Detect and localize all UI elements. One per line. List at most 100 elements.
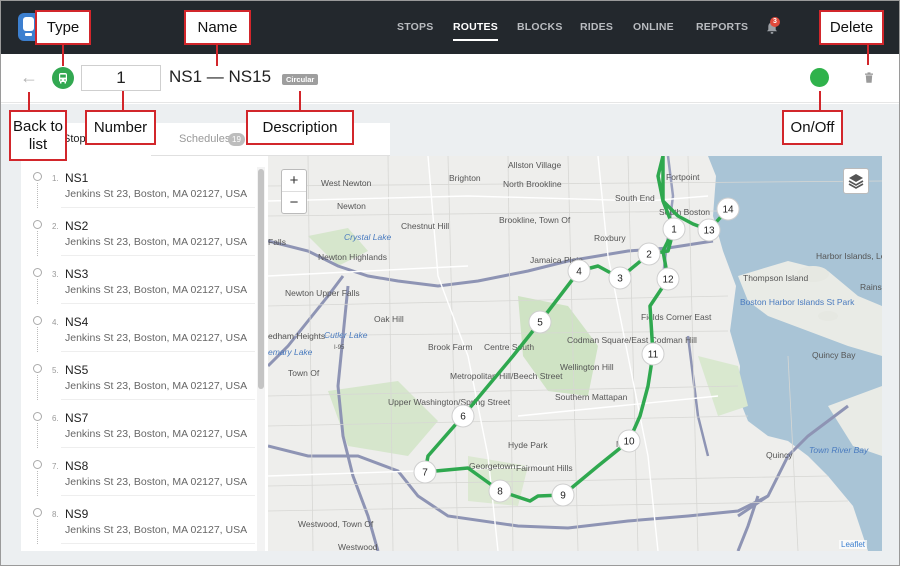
- nav-blocks[interactable]: BLOCKS: [517, 21, 563, 33]
- highway: [736, 495, 760, 551]
- route-stop-marker[interactable]: 9: [551, 483, 575, 507]
- list-item[interactable]: 2. NS2 Jenkins St 23, Boston, MA 02127, …: [21, 208, 255, 256]
- place-label: Metropolitan Hill/Beech Street: [450, 371, 563, 381]
- stop-name: NS7: [65, 411, 89, 425]
- list-item[interactable]: 8. NS9 Jenkins St 23, Boston, MA 02127, …: [21, 496, 255, 544]
- callout-line: [62, 45, 64, 66]
- list-item[interactable]: 1. NS1 Jenkins St 23, Boston, MA 02127, …: [21, 160, 255, 208]
- stop-name: NS3: [65, 267, 89, 281]
- nav-stops[interactable]: STOPS: [397, 21, 433, 33]
- list-item[interactable]: 7. NS8 Jenkins St 23, Boston, MA 02127, …: [21, 448, 255, 496]
- list-item[interactable]: 3. NS3 Jenkins St 23, Boston, MA 02127, …: [21, 256, 255, 304]
- stop-marker-label: 8: [497, 487, 503, 498]
- stop-name: NS9: [65, 507, 89, 521]
- route-stop-marker[interactable]: 12: [656, 267, 680, 291]
- route-stop-marker[interactable]: 11: [641, 342, 665, 366]
- place-label: Brook Farm: [428, 342, 472, 352]
- zoom-out-button[interactable]: −: [282, 192, 306, 214]
- callout-line: [819, 91, 821, 110]
- stop-name: NS8: [65, 459, 89, 473]
- stop-circle-icon: [33, 316, 42, 325]
- place-label: Crystal Lake: [344, 232, 392, 242]
- scroll-thumb[interactable]: [258, 169, 264, 389]
- route-map[interactable]: Allston Village Brighton North Brookline…: [268, 156, 882, 551]
- stop-index: 8.: [52, 510, 59, 519]
- route-stop-marker[interactable]: 3: [608, 266, 632, 290]
- nav-reports[interactable]: REPORTS: [696, 21, 748, 33]
- route-number-input[interactable]: [81, 65, 161, 91]
- route-stop-marker[interactable]: 14: [716, 197, 740, 221]
- stop-marker-label: 11: [648, 350, 659, 361]
- stop-marker-label: 4: [576, 267, 582, 278]
- stop-name: NS4: [65, 315, 89, 329]
- route-stop-marker[interactable]: 13: [697, 218, 721, 242]
- nav-online[interactable]: ONLINE: [633, 21, 674, 33]
- place-label: Cutler Lake: [324, 330, 368, 340]
- stop-marker-label: 10: [623, 437, 635, 448]
- place-label: Roxbury: [594, 233, 626, 243]
- route-stop-marker[interactable]: 2: [637, 242, 661, 266]
- route-description-badge[interactable]: Circular: [282, 74, 319, 85]
- stop-marker-label: 2: [646, 250, 652, 261]
- callout-delete: Delete: [819, 10, 884, 45]
- stop-name: NS2: [65, 219, 89, 233]
- route-on-off-toggle[interactable]: [810, 68, 829, 87]
- route-type-bus-icon[interactable]: [52, 67, 74, 89]
- stop-index: 7.: [52, 462, 59, 471]
- callout-onoff: On/Off: [782, 110, 843, 145]
- callout-line: [867, 45, 869, 65]
- callout-back: Back to list: [9, 110, 67, 161]
- place-label: Allston Village: [508, 160, 562, 170]
- place-label: Thompson Island: [743, 273, 808, 283]
- stops-scrollbar[interactable]: [257, 167, 265, 551]
- highway-shield-label: I-95: [334, 345, 345, 351]
- list-item[interactable]: 6. NS7 Jenkins St 23, Boston, MA 02127, …: [21, 400, 255, 448]
- back-arrow-icon[interactable]: ←: [16, 65, 42, 91]
- stop-circle-icon: [33, 220, 42, 229]
- stop-marker-label: 3: [617, 274, 623, 285]
- route-stop-marker[interactable]: 4: [567, 259, 591, 283]
- stop-marker-label: 5: [537, 318, 543, 329]
- place-label: Southern Mattapan: [555, 392, 628, 402]
- place-label: Rainsf: [860, 282, 882, 292]
- route-name[interactable]: NS1 — NS15: [169, 67, 271, 87]
- stop-marker-label: 12: [662, 275, 674, 286]
- nav-rides[interactable]: RIDES: [580, 21, 613, 33]
- stop-address: Jenkins St 23, Boston, MA 02127, USA: [65, 524, 248, 536]
- stop-index: 4.: [52, 318, 59, 327]
- stop-marker-label: 7: [422, 468, 428, 479]
- route-stop-marker[interactable]: 5: [528, 310, 552, 334]
- place-label: Westwood, Town Of: [298, 519, 374, 529]
- route-stop-marker[interactable]: 6: [451, 404, 475, 428]
- nav-routes[interactable]: ROUTES: [453, 21, 498, 41]
- stop-circle-icon: [33, 364, 42, 373]
- map-canvas: Allston Village Brighton North Brookline…: [268, 156, 882, 551]
- route-stop-marker[interactable]: 10: [617, 429, 641, 453]
- trash-icon[interactable]: [861, 70, 877, 86]
- list-item[interactable]: 4. NS4 Jenkins St 23, Boston, MA 02127, …: [21, 304, 255, 352]
- layers-icon[interactable]: [843, 168, 869, 194]
- route-stop-marker[interactable]: 1: [662, 217, 686, 241]
- place-label: Fairmount Hills: [516, 463, 573, 473]
- place-label: West Newton: [321, 178, 372, 188]
- place-label: Hyde Park: [508, 440, 548, 450]
- route-stop-marker[interactable]: 8: [488, 479, 512, 503]
- zoom-in-button[interactable]: +: [282, 170, 306, 192]
- place-label: North Brookline: [503, 179, 562, 189]
- place-label: Upper Washington/Spring Street: [388, 397, 511, 407]
- place-label: Quincy: [766, 450, 793, 460]
- stop-address: Jenkins St 23, Boston, MA 02127, USA: [65, 428, 248, 440]
- place-label: Fortpoint: [666, 172, 700, 182]
- tab-schedules[interactable]: Schedules: [179, 133, 230, 145]
- island: [818, 311, 838, 321]
- map-zoom-control: + −: [281, 169, 307, 214]
- place-label: Codman Square/East Codman Hill: [567, 335, 697, 345]
- highway: [686, 335, 710, 457]
- list-item[interactable]: 5. NS5 Jenkins St 23, Boston, MA 02127, …: [21, 352, 255, 400]
- place-label: Quincy Bay: [812, 350, 856, 360]
- route-stop-marker[interactable]: 7: [413, 460, 437, 484]
- place-label: Harbor Islands, Le: [816, 251, 882, 261]
- place-label: emary Lake: [268, 347, 313, 357]
- stop-circle-icon: [33, 412, 42, 421]
- leaflet-attribution[interactable]: Leaflet: [839, 540, 868, 549]
